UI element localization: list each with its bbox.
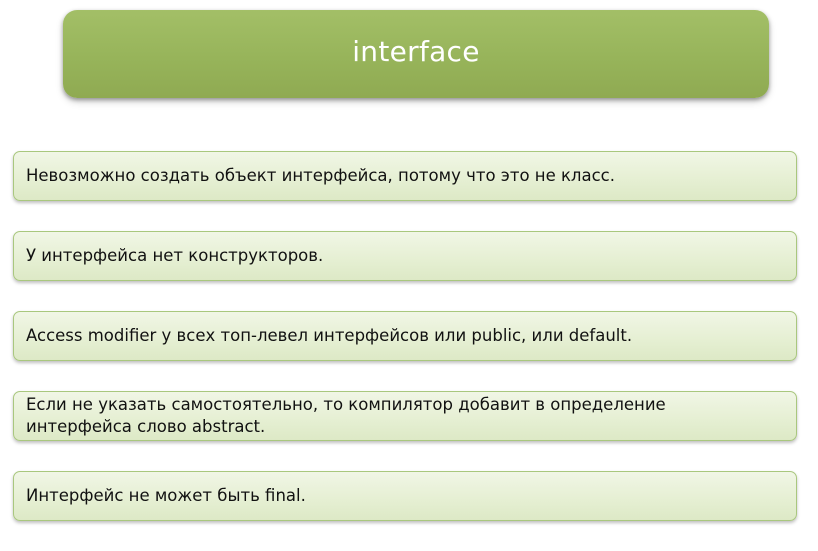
title-banner: interface (63, 10, 769, 98)
list-item: Невозможно создать объект интерфейса, по… (13, 151, 797, 201)
list-item: У интерфейса нет конструкторов. (13, 231, 797, 281)
list-item: Если не указать самостоятельно, то компи… (13, 391, 797, 441)
list-item-text: У интерфейса нет конструкторов. (26, 246, 324, 265)
list-item-text: Невозможно создать объект интерфейса, по… (26, 166, 615, 185)
list-item-text: Интерфейс не может быть final. (26, 486, 306, 505)
list-item: Интерфейс не может быть final. (13, 471, 797, 521)
slide-title: interface (352, 34, 480, 68)
list-item-text: Если не указать самостоятельно, то компи… (26, 395, 666, 436)
bullet-list: Невозможно создать объект интерфейса, по… (13, 151, 797, 551)
slide: interface Невозможно создать объект инте… (0, 0, 818, 541)
list-item-text: Access modifier у всех топ-левел интерфе… (26, 326, 633, 345)
list-item: Access modifier у всех топ-левел интерфе… (13, 311, 797, 361)
